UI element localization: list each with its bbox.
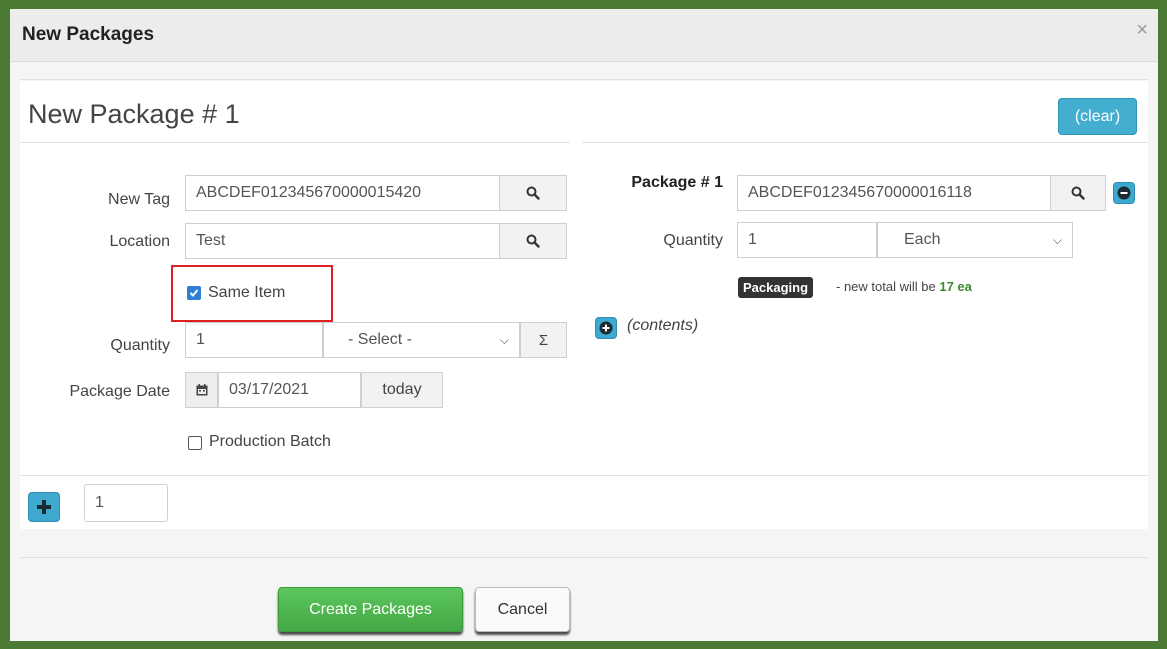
source-quantity-input[interactable]: 1	[737, 222, 877, 258]
source-package-label: Package # 1	[631, 174, 723, 191]
item-category-badge: Packaging	[738, 277, 814, 298]
divider	[20, 475, 1148, 476]
new-tag-label: New Tag	[108, 191, 170, 208]
clear-button[interactable]: (clear)	[1058, 98, 1137, 135]
close-icon[interactable]: ×	[1136, 19, 1148, 42]
chevron-down-icon: ⌵	[499, 332, 509, 347]
source-unit-select[interactable]: Each ⌵	[877, 222, 1073, 258]
calendar-button[interactable]	[185, 372, 218, 408]
today-button[interactable]: today	[361, 372, 443, 408]
package-date-input[interactable]: 03/17/2021	[218, 372, 361, 408]
new-tag-input[interactable]: ABCDEF012345670000015420	[185, 175, 500, 211]
sum-button[interactable]: Σ	[520, 322, 567, 358]
plus-circle-icon	[599, 321, 613, 335]
check-icon	[189, 289, 199, 297]
divider	[582, 142, 1148, 143]
source-package-tag-input[interactable]: ABCDEF012345670000016118	[737, 175, 1051, 211]
source-package-search-button[interactable]	[1050, 175, 1106, 211]
modal-title: New Packages	[22, 24, 155, 45]
source-unit-value: Each	[904, 231, 941, 248]
package-title: New Package # 1	[28, 99, 240, 129]
cancel-button[interactable]: Cancel	[475, 587, 570, 632]
remove-package-button[interactable]	[1113, 182, 1135, 204]
search-icon	[1071, 186, 1085, 200]
contents-label: (contents)	[627, 317, 699, 334]
plus-icon	[37, 500, 51, 514]
source-quantity-label: Quantity	[663, 232, 723, 249]
production-batch-checkbox[interactable]	[188, 436, 202, 450]
chevron-down-icon: ⌵	[1052, 232, 1062, 247]
divider	[20, 79, 1148, 80]
search-icon	[526, 186, 540, 200]
new-packages-modal: New Packages × New Package # 1 (clear) N…	[10, 9, 1158, 641]
quantity-input[interactable]: 1	[185, 322, 323, 358]
location-label: Location	[109, 233, 171, 250]
calendar-icon	[196, 384, 207, 396]
location-input[interactable]: Test	[185, 223, 500, 259]
quantity-unit-value: - Select -	[348, 331, 413, 348]
production-batch-label: Production Batch	[209, 433, 331, 450]
quantity-unit-select[interactable]: - Select - ⌵	[323, 322, 520, 358]
divider	[20, 142, 570, 143]
new-total-note: - new total will be 17 ea	[836, 279, 972, 294]
package-count-input[interactable]: 1	[84, 484, 168, 522]
new-tag-search-button[interactable]	[499, 175, 567, 211]
create-packages-button[interactable]: Create Packages	[278, 587, 463, 632]
divider	[20, 557, 1148, 558]
new-total-prefix: - new total will be	[836, 279, 936, 294]
location-search-button[interactable]	[499, 223, 567, 259]
same-item-checkbox[interactable]	[187, 286, 201, 300]
add-contents-button[interactable]	[595, 317, 617, 339]
add-package-button[interactable]	[28, 492, 60, 522]
search-icon	[526, 234, 540, 248]
quantity-label: Quantity	[110, 337, 170, 354]
same-item-label: Same Item	[208, 284, 286, 301]
modal-header: New Packages ×	[10, 9, 1158, 62]
minus-circle-icon	[1117, 186, 1131, 200]
new-total-value: 17 ea	[939, 279, 972, 294]
package-date-label: Package Date	[69, 383, 170, 400]
